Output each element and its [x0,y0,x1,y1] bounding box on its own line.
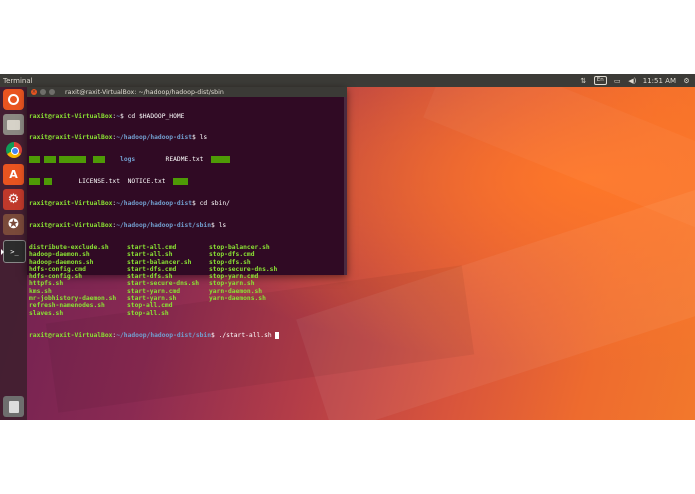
terminal-line: raxit@raxit-VirtualBox:~/hadoop/hadoop-d… [29,331,344,339]
launcher: A ⚙ ✪ >_ [0,87,27,420]
file-entry: httpfs.sh [29,280,64,288]
keyboard-layout-indicator[interactable]: En [593,76,607,85]
file-entry: stop-all.cmd [127,302,173,310]
file-entry: stop-balancer.sh [209,243,270,251]
file-entry: start-yarn.cmd [127,287,181,295]
files-icon[interactable] [3,114,24,135]
file-entry: start-balancer.sh [127,258,192,266]
terminal-window[interactable]: × raxit@raxit-VirtualBox: ~/hadoop/hadoo… [27,87,347,339]
battery-icon[interactable]: ▭ [613,76,622,85]
file-entry: stop-all.sh [127,309,169,317]
text-cursor [275,331,280,339]
file-entry: hdfs-config.sh [29,273,83,281]
file-entry: distribute-exclude.sh [29,243,109,251]
file-entry: start-dfs.cmd [127,265,177,273]
maximize-button[interactable] [49,89,55,95]
terminal-line: raxit@raxit-VirtualBox:~/hadoop/hadoop-d… [29,200,230,208]
close-button[interactable]: × [31,89,37,95]
ls-sbin-listing: distribute-exclude.sh hadoop-daemon.sh h… [29,244,344,317]
file-entry: stop-yarn.cmd [209,273,259,281]
file-entry: stop-dfs.sh [209,258,251,266]
terminal-icon[interactable]: >_ [1,240,26,263]
file-entry: refresh-namenodes.sh [29,302,105,310]
file-entry: kms.sh [29,287,52,295]
volume-icon[interactable]: ◀) [628,76,637,85]
settings-icon[interactable]: ⚙ [3,189,24,210]
file-entry: start-secure-dns.sh [127,280,200,288]
minimize-button[interactable] [40,89,46,95]
file-entry: stop-yarn.sh [209,280,255,288]
software-center-icon[interactable]: A [3,164,24,185]
top-panel: Terminal ⇅ En ▭ ◀) 11:51 AM ⚙ [0,74,695,87]
power-gear-icon[interactable]: ⚙ [682,76,691,85]
terminal-line: raxit@raxit-VirtualBox:~/hadoop/hadoop-d… [29,222,227,230]
terminal-titlebar[interactable]: × raxit@raxit-VirtualBox: ~/hadoop/hadoo… [27,87,347,97]
file-entry: start-all.cmd [127,243,177,251]
clock[interactable]: 11:51 AM [643,76,676,85]
chrome-icon[interactable] [3,139,24,160]
file-entry: start-all.sh [127,251,173,259]
file-entry: hadoop-daemons.sh [29,258,94,266]
file-entry: yarn-daemons.sh [209,295,266,303]
terminal-scrollbar[interactable] [344,97,347,275]
file-entry: slaves.sh [29,309,64,317]
file-entry: stop-dfs.cmd [209,251,255,259]
terminal-title: raxit@raxit-VirtualBox: ~/hadoop/hadoop-… [65,88,224,96]
file-entry: start-dfs.sh [127,273,173,281]
file-entry: start-yarn.sh [127,295,177,303]
terminal-line: raxit@raxit-VirtualBox:~$ cd $HADOOP_HOM… [29,112,185,120]
ls-output-row: bin etc include lib logs README.txt shar… [29,156,231,164]
ubuntu-dash-icon[interactable] [3,89,24,110]
file-entry: yarn-daemon.sh [209,287,263,295]
file-entry: mr-jobhistory-daemon.sh [29,295,117,303]
terminal-line: raxit@raxit-VirtualBox:~/hadoop/hadoop-d… [29,134,208,142]
file-entry: hadoop-daemon.sh [29,251,90,259]
terminal-output[interactable]: raxit@raxit-VirtualBox:~$ cd $HADOOP_HOM… [28,97,344,339]
software-updater-icon[interactable]: ✪ [3,214,24,235]
file-entry: stop-secure-dns.sh [209,265,278,273]
trash-icon[interactable] [3,396,24,417]
network-icon[interactable]: ⇅ [579,76,588,85]
active-app-name: Terminal [3,76,33,85]
ls-output-row: lib ex LICENSE.txt NOTICE.txt sbin [29,178,189,186]
